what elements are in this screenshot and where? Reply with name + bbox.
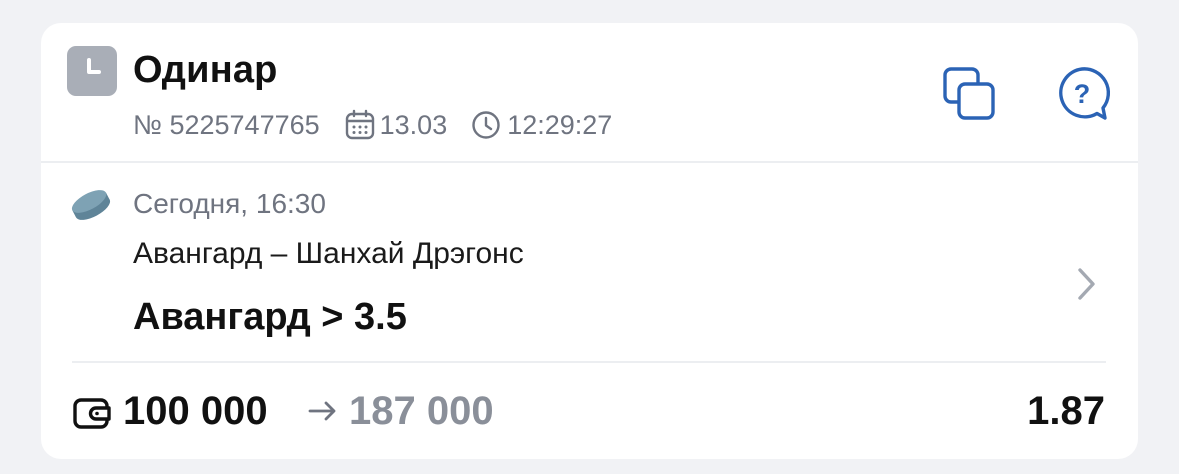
bet-number: № 5225747765: [133, 109, 320, 140]
help-chat-icon: ?: [1059, 67, 1111, 120]
event-row[interactable]: Сегодня, 16:30 Авангард – Шанхай Дрэгонс…: [41, 163, 1138, 363]
payout-amount: 187 000: [349, 389, 494, 433]
clock-icon: [67, 46, 117, 96]
copy-icon: [943, 67, 995, 120]
wallet-icon: [72, 393, 112, 438]
copy-button[interactable]: [941, 65, 999, 123]
calendar-icon: [344, 109, 376, 141]
help-button[interactable]: ?: [1053, 65, 1111, 123]
chevron-right-icon[interactable]: [1071, 264, 1101, 309]
bet-header: Одинар № 5225747765 13.03 12:29:27 ?: [41, 23, 1138, 161]
clock-icon: [471, 110, 501, 140]
event-teams: Авангард – Шанхай Дрэгонс: [133, 237, 524, 270]
bet-type-title: Одинар: [133, 49, 278, 91]
bet-date-value: 13.03: [379, 109, 448, 140]
odds-value: 1.87: [1027, 389, 1105, 433]
bet-footer: 100 000 187 000 1.87: [41, 363, 1138, 459]
event-start-time: Сегодня, 16:30: [133, 188, 326, 219]
svg-text:?: ?: [1074, 79, 1091, 109]
arrow-right-icon: [305, 393, 341, 434]
bet-time: 12:29:27: [471, 110, 612, 141]
hockey-puck-icon: [69, 187, 113, 228]
bet-meta: № 5225747765 13.03 12:29:27: [133, 107, 612, 143]
bet-selection: Авангард > 3.5: [133, 296, 407, 338]
bet-time-value: 12:29:27: [507, 109, 613, 140]
bet-card: Одинар № 5225747765 13.03 12:29:27 ? Сег…: [41, 23, 1138, 459]
stake-amount: 100 000: [123, 389, 268, 433]
bet-date: 13.03: [344, 109, 448, 141]
